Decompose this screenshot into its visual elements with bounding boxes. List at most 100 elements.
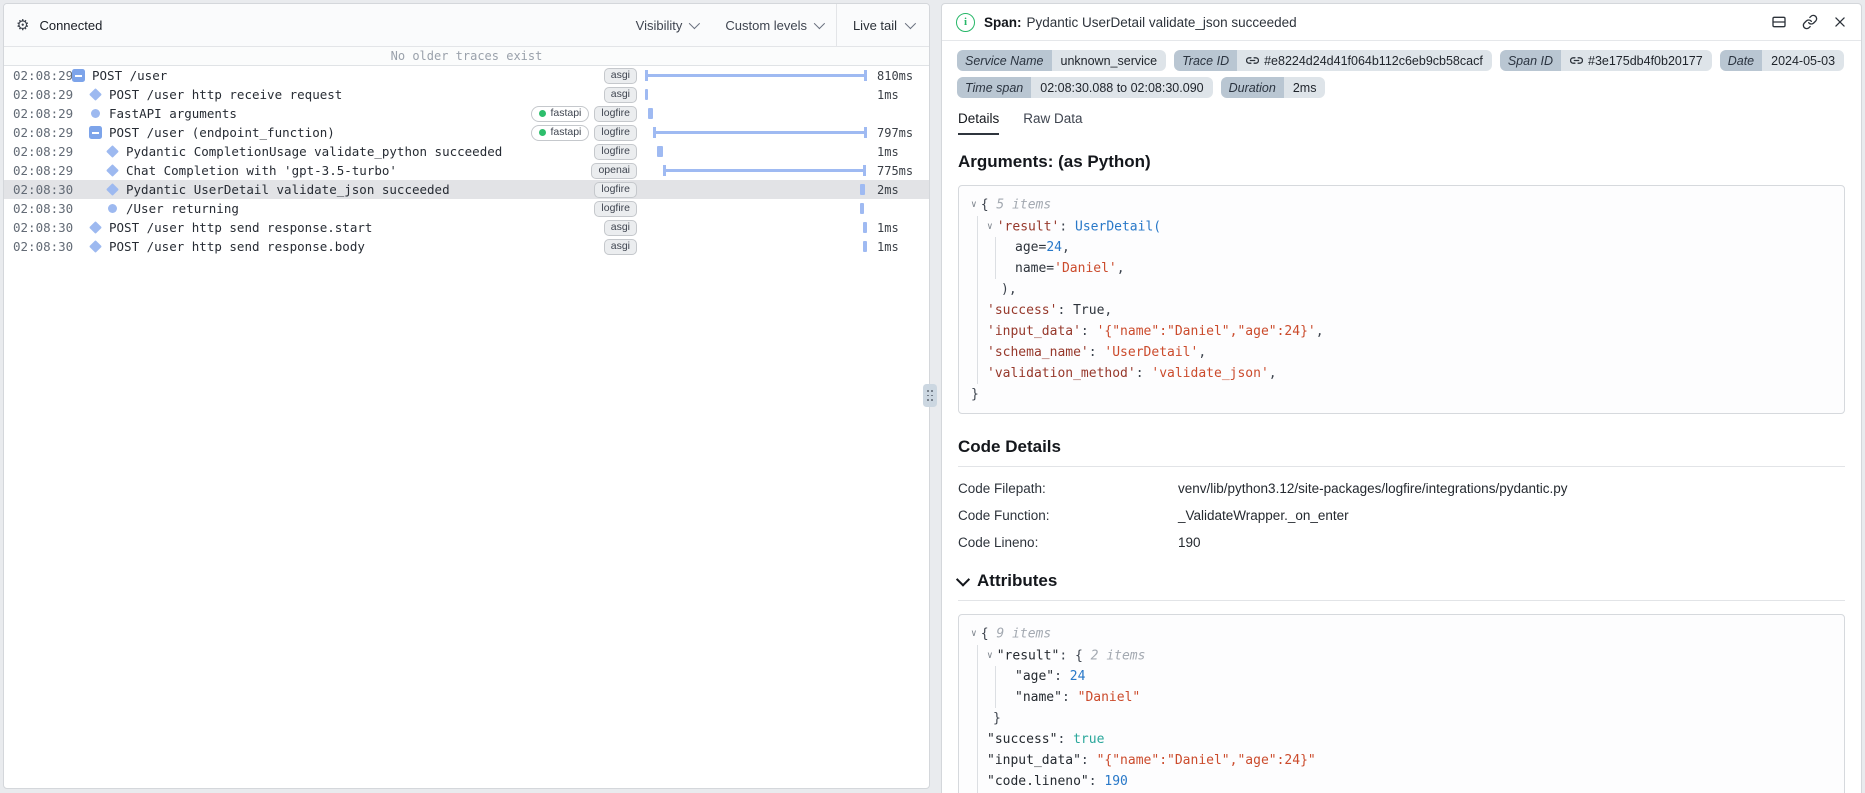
duration-bar [863, 222, 867, 233]
log-circle-icon [88, 109, 102, 118]
trace-row-time: 02:08:29 [13, 106, 74, 121]
chevron-down-icon [904, 17, 917, 30]
trace-row-label: Pydantic CompletionUsage validate_python… [126, 144, 503, 159]
trace-row[interactable]: 02:08:29 Chat Completion with 'gpt-3.5-tu… [4, 161, 929, 180]
code-token: True [1073, 303, 1105, 318]
code-token: 24 [1046, 240, 1062, 255]
trace-row-timeline [645, 237, 870, 256]
green-dot-icon [539, 129, 547, 136]
code-details-heading: Code Details [958, 437, 1061, 456]
collapse-chevron[interactable]: ∨ [987, 650, 993, 661]
trace-row-duration: 1ms [877, 144, 899, 159]
trace-row-duration: 797ms [877, 125, 914, 140]
trace-row[interactable]: 02:08:29 POST /user asgi 810ms [4, 66, 929, 85]
indent-guide [977, 321, 978, 342]
settings-gear-icon[interactable]: ⚙ [4, 16, 39, 34]
code-token: 'validate_json' [1151, 366, 1269, 381]
trace-row[interactable]: 02:08:29 POST /user http receive request a… [4, 85, 929, 104]
collapse-chevron[interactable]: ∨ [971, 199, 977, 210]
code-line: 'input_data': '{"name":"Daniel","age":24… [971, 321, 1832, 342]
duration-bar [860, 203, 864, 214]
code-token: "code.lineno" [987, 774, 1089, 789]
code-line: "code.lineno": 190 [971, 771, 1832, 792]
span-diamond-icon [88, 88, 102, 101]
meta-badge[interactable]: Trace ID #e8224d24d41f064b112c6eb9cb58cac… [1174, 50, 1492, 71]
badge-label: Time span [957, 77, 1032, 98]
tag-pill: asgi [603, 67, 637, 84]
copy-link-icon[interactable] [1802, 14, 1818, 30]
indent-guide [977, 729, 978, 750]
badge-value: 2ms [1283, 77, 1326, 98]
trace-row[interactable]: 02:08:30 POST /user http send response.st… [4, 218, 929, 237]
trace-row[interactable]: 02:08:29 Pydantic CompletionUsage validat… [4, 142, 929, 161]
code-token: 'Daniel' [1054, 261, 1117, 276]
trace-row-tags: asgi [603, 238, 637, 255]
code-token: : [1080, 324, 1097, 339]
span-diamond-icon [88, 240, 102, 253]
code-token: "success" [987, 732, 1058, 747]
code-detail-value: venv/lib/python3.12/site-packages/logfir… [1178, 481, 1568, 496]
trace-list: 02:08:29 POST /user asgi 810ms 02:08:29 POST … [4, 66, 929, 256]
visibility-label: Visibility [635, 17, 683, 33]
duration-bar [648, 108, 653, 119]
green-dot-icon [539, 110, 547, 117]
tag-pill: openai [591, 162, 637, 179]
span-diamond-icon [105, 183, 119, 196]
trace-row-time: 02:08:29 [13, 87, 74, 102]
collapse-chevron-icon[interactable] [955, 572, 971, 587]
log-circle-icon [105, 204, 119, 213]
span-label: Span: [984, 14, 1022, 30]
meta-badge[interactable]: Span ID #3e175db4f0b20177 [1499, 50, 1712, 71]
code-detail-label: Code Function: [958, 508, 1050, 523]
code-token: : [1135, 366, 1152, 381]
collapse-square-icon[interactable] [71, 69, 85, 82]
trace-row-time: 02:08:29 [13, 163, 74, 178]
panel-resize-handle[interactable] [923, 384, 937, 407]
meta-badge: Date 2024-05-03 [1719, 50, 1845, 71]
code-token: 9 items [996, 626, 1052, 642]
attributes-heading-label: Attributes [977, 571, 1058, 590]
badge-value: unknown_service [1051, 50, 1167, 71]
trace-row[interactable]: 02:08:29 POST /user (endpoint_function) fa… [4, 123, 929, 142]
live-tail-dropdown[interactable]: Live tail [836, 4, 929, 46]
trace-row[interactable]: 02:08:30 POST /user http send response.bo… [4, 237, 929, 256]
link-icon [1246, 57, 1260, 64]
trace-row-timeline [645, 123, 870, 142]
tab-details[interactable]: Details [958, 111, 1000, 135]
tab-raw-data[interactable]: Raw Data [1023, 111, 1082, 135]
trace-row[interactable]: 02:08:30 Pydantic UserDetail validate_jso… [4, 180, 929, 199]
code-line: 'schema_name': 'UserDetail', [971, 342, 1832, 363]
code-token: , [1268, 366, 1277, 381]
code-token: "input_data" [987, 753, 1081, 768]
arguments-heading: Arguments: (as Python) [958, 152, 1151, 171]
collapse-chevron[interactable]: ∨ [987, 221, 993, 232]
code-token: "Daniel" [1077, 690, 1141, 705]
indent-guide [995, 687, 996, 708]
trace-row-label: FastAPI arguments [109, 106, 237, 121]
trace-row[interactable]: 02:08:29 FastAPI arguments fastapi logfire [4, 104, 929, 123]
trace-row-time: 02:08:30 [13, 201, 74, 216]
indent-guide [977, 300, 978, 321]
badge-value: #e8224d24d41f064b112c6eb9cb58cacf [1237, 50, 1492, 71]
indent-guide [995, 258, 996, 279]
duration-bar [653, 127, 867, 138]
code-line: } [971, 384, 1832, 405]
indent-guide [977, 363, 978, 384]
custom-levels-dropdown[interactable]: Custom levels [711, 18, 836, 33]
badge-label: Date [1719, 50, 1763, 71]
collapse-square-icon[interactable] [88, 126, 102, 139]
indent-guide [977, 258, 978, 279]
close-icon[interactable] [1833, 15, 1847, 29]
code-token: ), [1001, 282, 1017, 297]
code-detail-row: Code Filepath: venv/lib/python3.12/site-p… [958, 475, 1845, 502]
code-token: : [1054, 669, 1070, 684]
code-detail-label: Code Lineno: [958, 535, 1039, 550]
collapse-chevron[interactable]: ∨ [971, 628, 977, 639]
trace-row[interactable]: 02:08:30/User returning logfire [4, 199, 929, 218]
tag-pill: fastapi [531, 124, 590, 141]
code-token: 'schema_name' [987, 345, 1089, 360]
indent-guide [995, 666, 996, 687]
attributes-heading: Attributes [955, 571, 1845, 591]
panel-layout-icon[interactable] [1771, 14, 1787, 30]
visibility-dropdown[interactable]: Visibility [622, 18, 712, 33]
